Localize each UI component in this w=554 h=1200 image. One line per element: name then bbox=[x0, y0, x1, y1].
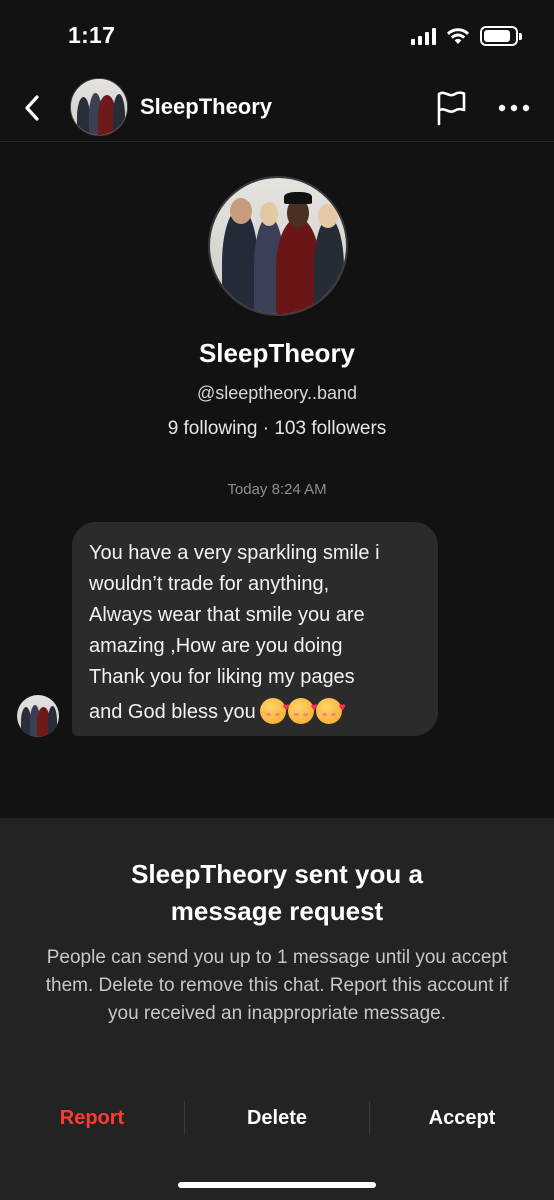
chat-header: SleepTheory bbox=[0, 74, 554, 142]
message-timestamp: Today 8:24 AM bbox=[227, 481, 327, 498]
back-button[interactable] bbox=[14, 88, 50, 128]
more-horizontal-icon bbox=[498, 104, 530, 112]
band-photo bbox=[71, 79, 127, 135]
profile-avatar[interactable] bbox=[208, 176, 348, 316]
band-photo bbox=[210, 178, 346, 314]
accept-button[interactable]: Accept bbox=[370, 1100, 554, 1136]
delete-button[interactable]: Delete bbox=[185, 1100, 369, 1136]
request-description: People can send you up to 1 message unti… bbox=[45, 947, 509, 1024]
status-icons bbox=[411, 26, 522, 46]
message-line: wouldn’t trade for anything, bbox=[89, 573, 330, 595]
status-time: 1:17 bbox=[68, 22, 116, 48]
message-line-last: and God bless you bbox=[89, 692, 422, 728]
message-line: Thank you for liking my pages bbox=[89, 666, 355, 688]
battery-level bbox=[484, 30, 510, 42]
message-line: You have a very sparkling smile i bbox=[89, 542, 380, 564]
profile-handle: @sleeptheory..band bbox=[196, 383, 358, 403]
smiling-face-with-hearts-icon bbox=[259, 692, 290, 724]
cellular-signal-icon bbox=[411, 27, 436, 45]
message-line: and God bless you bbox=[89, 701, 256, 723]
report-button[interactable]: Report bbox=[0, 1100, 184, 1136]
report-flag-button[interactable] bbox=[434, 90, 468, 126]
emoji-row bbox=[259, 692, 346, 724]
request-title-line: SleepTheory sent you a bbox=[131, 859, 423, 889]
more-options-button[interactable] bbox=[496, 90, 532, 126]
band-photo bbox=[17, 695, 59, 737]
battery-icon bbox=[480, 26, 522, 46]
message-request-panel: SleepTheory sent you a message request P… bbox=[0, 818, 554, 1200]
message-line: Always wear that smile you are bbox=[89, 604, 365, 626]
profile-stats: 9 following · 103 followers bbox=[167, 418, 387, 439]
message-bubble[interactable]: You have a very sparkling smile i wouldn… bbox=[72, 522, 438, 736]
dm-screen: 1:17 SleepTheory SleepTheory @sleeptheor… bbox=[0, 0, 554, 1200]
home-indicator[interactable] bbox=[178, 1182, 376, 1188]
status-bar: 1:17 bbox=[0, 0, 554, 74]
request-title-line: message request bbox=[170, 896, 384, 926]
header-title[interactable]: SleepTheory bbox=[140, 94, 272, 120]
request-title: SleepTheory sent you a message request bbox=[0, 856, 554, 930]
sender-avatar[interactable] bbox=[17, 695, 59, 737]
request-actions: Report Delete Accept bbox=[0, 1100, 554, 1136]
wifi-icon bbox=[447, 28, 469, 44]
header-avatar[interactable] bbox=[70, 78, 128, 136]
profile-name[interactable]: SleepTheory bbox=[0, 338, 554, 369]
message-line: amazing ,How are you doing bbox=[89, 635, 343, 657]
smiling-face-with-hearts-icon bbox=[287, 692, 318, 724]
flag-icon bbox=[437, 91, 466, 126]
chevron-left-icon bbox=[25, 95, 39, 121]
smiling-face-with-hearts-icon bbox=[315, 692, 346, 724]
